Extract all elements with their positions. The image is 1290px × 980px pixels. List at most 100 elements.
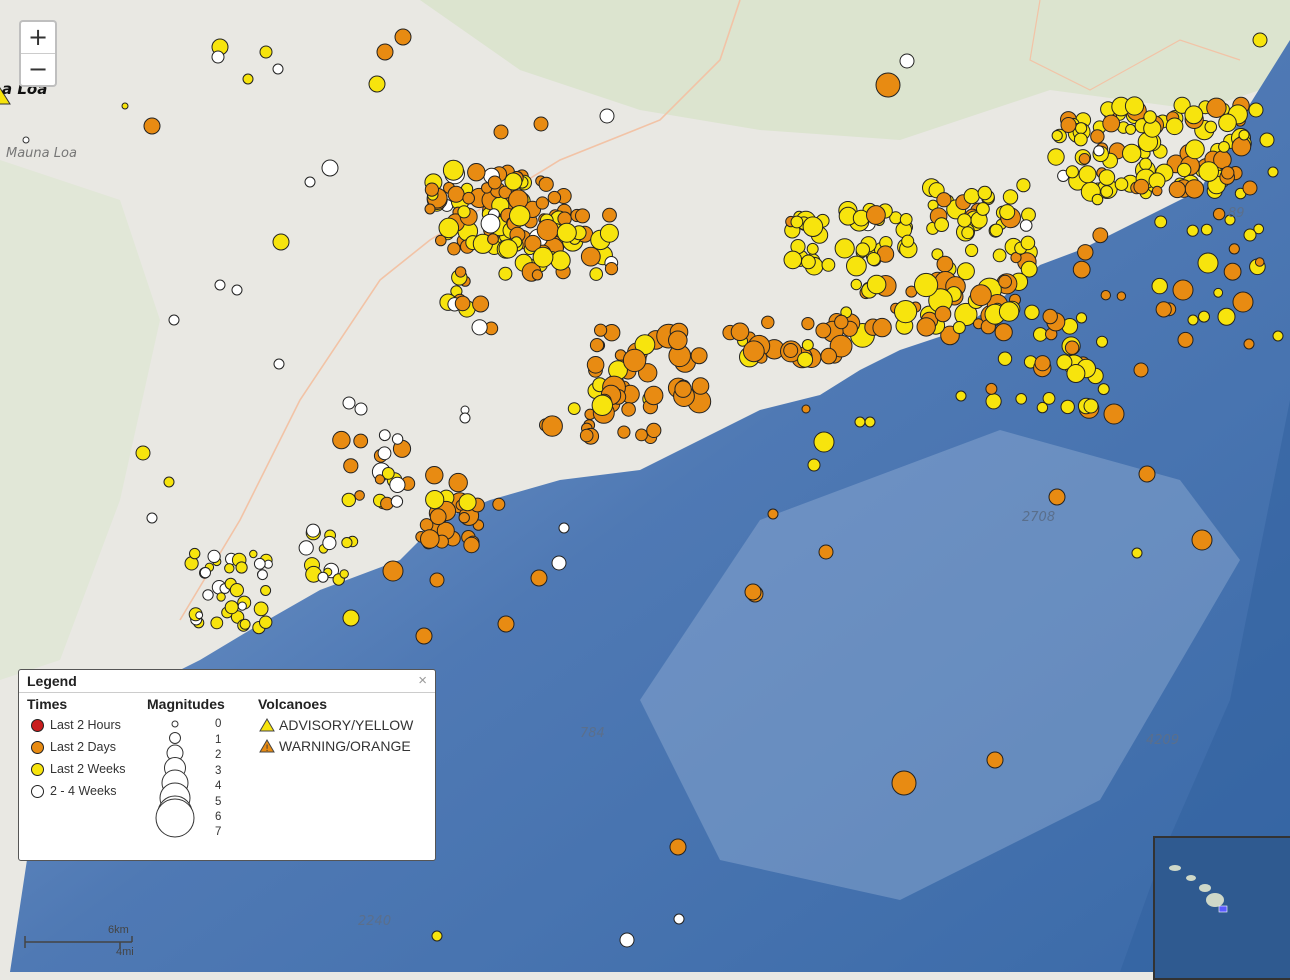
earthquake-marker[interactable] (425, 490, 445, 510)
earthquake-marker[interactable] (957, 213, 972, 228)
earthquake-marker[interactable] (189, 547, 201, 560)
earthquake-marker[interactable] (438, 217, 460, 239)
earthquake-marker[interactable] (855, 242, 870, 257)
earthquake-marker[interactable] (1242, 180, 1258, 196)
earthquake-marker[interactable] (813, 431, 835, 453)
earthquake-marker[interactable] (1078, 153, 1091, 165)
earthquake-marker[interactable] (425, 466, 444, 485)
earthquake-marker[interactable] (567, 402, 581, 416)
earthquake-marker[interactable] (1232, 291, 1254, 313)
earthquake-marker[interactable] (458, 512, 470, 524)
earthquake-marker[interactable] (1100, 290, 1112, 301)
earthquake-marker[interactable] (1051, 130, 1063, 142)
earthquake-marker[interactable] (646, 422, 662, 438)
earthquake-marker[interactable] (604, 262, 619, 276)
earthquake-marker[interactable] (249, 549, 258, 559)
earthquake-marker[interactable] (342, 396, 356, 410)
earthquake-marker[interactable] (1016, 178, 1031, 193)
earthquake-marker[interactable] (322, 535, 337, 551)
earthquake-marker[interactable] (368, 75, 386, 93)
earthquake-marker[interactable] (1048, 488, 1066, 506)
earthquake-marker[interactable] (767, 508, 779, 520)
earthquake-marker[interactable] (224, 563, 235, 574)
earthquake-marker[interactable] (872, 317, 892, 338)
earthquake-marker[interactable] (635, 428, 648, 442)
earthquake-marker[interactable] (669, 838, 687, 856)
earthquake-marker[interactable] (224, 600, 239, 615)
earthquake-marker[interactable] (1212, 207, 1226, 221)
earthquake-marker[interactable] (801, 339, 814, 351)
earthquake-marker[interactable] (235, 561, 248, 574)
earthquake-marker[interactable] (934, 305, 952, 323)
earthquake-marker[interactable] (1259, 132, 1275, 148)
earthquake-marker[interactable] (621, 402, 636, 417)
earthquake-marker[interactable] (260, 585, 272, 596)
zoom-out-button[interactable]: − (21, 54, 55, 85)
earthquake-marker[interactable] (617, 425, 631, 439)
earthquake-marker[interactable] (509, 205, 531, 227)
earthquake-marker[interactable] (992, 248, 1007, 263)
earthquake-marker[interactable] (1002, 189, 1019, 205)
earthquake-marker[interactable] (216, 592, 226, 602)
earthquake-marker[interactable] (531, 269, 544, 281)
earthquake-marker[interactable] (480, 213, 501, 234)
earthquake-marker[interactable] (854, 416, 866, 428)
earthquake-marker[interactable] (1042, 308, 1058, 325)
earthquake-marker[interactable] (454, 295, 471, 312)
earthquake-marker[interactable] (1073, 132, 1088, 147)
earthquake-marker[interactable] (1092, 227, 1109, 244)
earthquake-marker[interactable] (341, 537, 353, 549)
earthquake-marker[interactable] (342, 609, 360, 627)
earthquake-marker[interactable] (820, 347, 838, 365)
earthquake-marker[interactable] (533, 116, 549, 132)
earthquake-marker[interactable] (504, 172, 523, 191)
earthquake-marker[interactable] (901, 234, 915, 248)
earthquake-marker[interactable] (1060, 399, 1075, 415)
earthquake-marker[interactable] (1133, 178, 1150, 195)
earthquake-marker[interactable] (575, 208, 590, 224)
earthquake-marker[interactable] (535, 196, 550, 210)
earthquake-marker[interactable] (341, 492, 356, 508)
earthquake-marker[interactable] (237, 601, 247, 611)
earthquake-marker[interactable] (1125, 123, 1137, 135)
earthquake-marker[interactable] (378, 429, 391, 442)
earthquake-marker[interactable] (1060, 117, 1077, 133)
earthquake-marker[interactable] (424, 182, 439, 197)
earthquake-marker[interactable] (1114, 177, 1129, 191)
earthquake-marker[interactable] (382, 560, 404, 582)
earthquake-marker[interactable] (1186, 224, 1199, 237)
earthquake-marker[interactable] (1116, 291, 1127, 301)
earthquake-marker[interactable] (801, 317, 815, 331)
earthquake-marker[interactable] (1267, 166, 1279, 178)
earthquake-marker[interactable] (1185, 139, 1205, 160)
earthquake-marker[interactable] (1065, 165, 1079, 179)
earthquake-marker[interactable] (976, 202, 990, 216)
earthquake-marker[interactable] (530, 569, 548, 587)
earthquake-marker[interactable] (257, 569, 268, 581)
earthquake-marker[interactable] (1217, 307, 1236, 326)
earthquake-marker[interactable] (963, 188, 980, 205)
earthquake-marker[interactable] (391, 433, 404, 445)
earthquake-marker[interactable] (1066, 364, 1086, 383)
earthquake-marker[interactable] (989, 223, 1003, 238)
earthquake-marker[interactable] (1019, 219, 1033, 232)
earthquake-marker[interactable] (1077, 244, 1094, 261)
earthquake-marker[interactable] (1177, 162, 1192, 178)
earthquake-marker[interactable] (447, 185, 465, 203)
earthquake-marker[interactable] (1083, 398, 1099, 414)
earthquake-marker[interactable] (599, 108, 615, 124)
earthquake-marker[interactable] (1064, 340, 1080, 355)
earthquake-marker[interactable] (211, 50, 225, 64)
earthquake-marker[interactable] (454, 266, 467, 278)
earthquake-marker[interactable] (1034, 355, 1051, 372)
earthquake-marker[interactable] (668, 330, 688, 351)
earthquake-marker[interactable] (374, 474, 385, 485)
earthquake-marker[interactable] (487, 175, 502, 190)
earthquake-marker[interactable] (458, 493, 477, 512)
earthquake-marker[interactable] (1124, 96, 1145, 116)
earthquake-marker[interactable] (1243, 228, 1257, 242)
earthquake-marker[interactable] (457, 205, 471, 219)
earthquake-marker[interactable] (550, 250, 571, 271)
earthquake-marker[interactable] (602, 207, 617, 223)
earthquake-marker[interactable] (547, 190, 562, 205)
